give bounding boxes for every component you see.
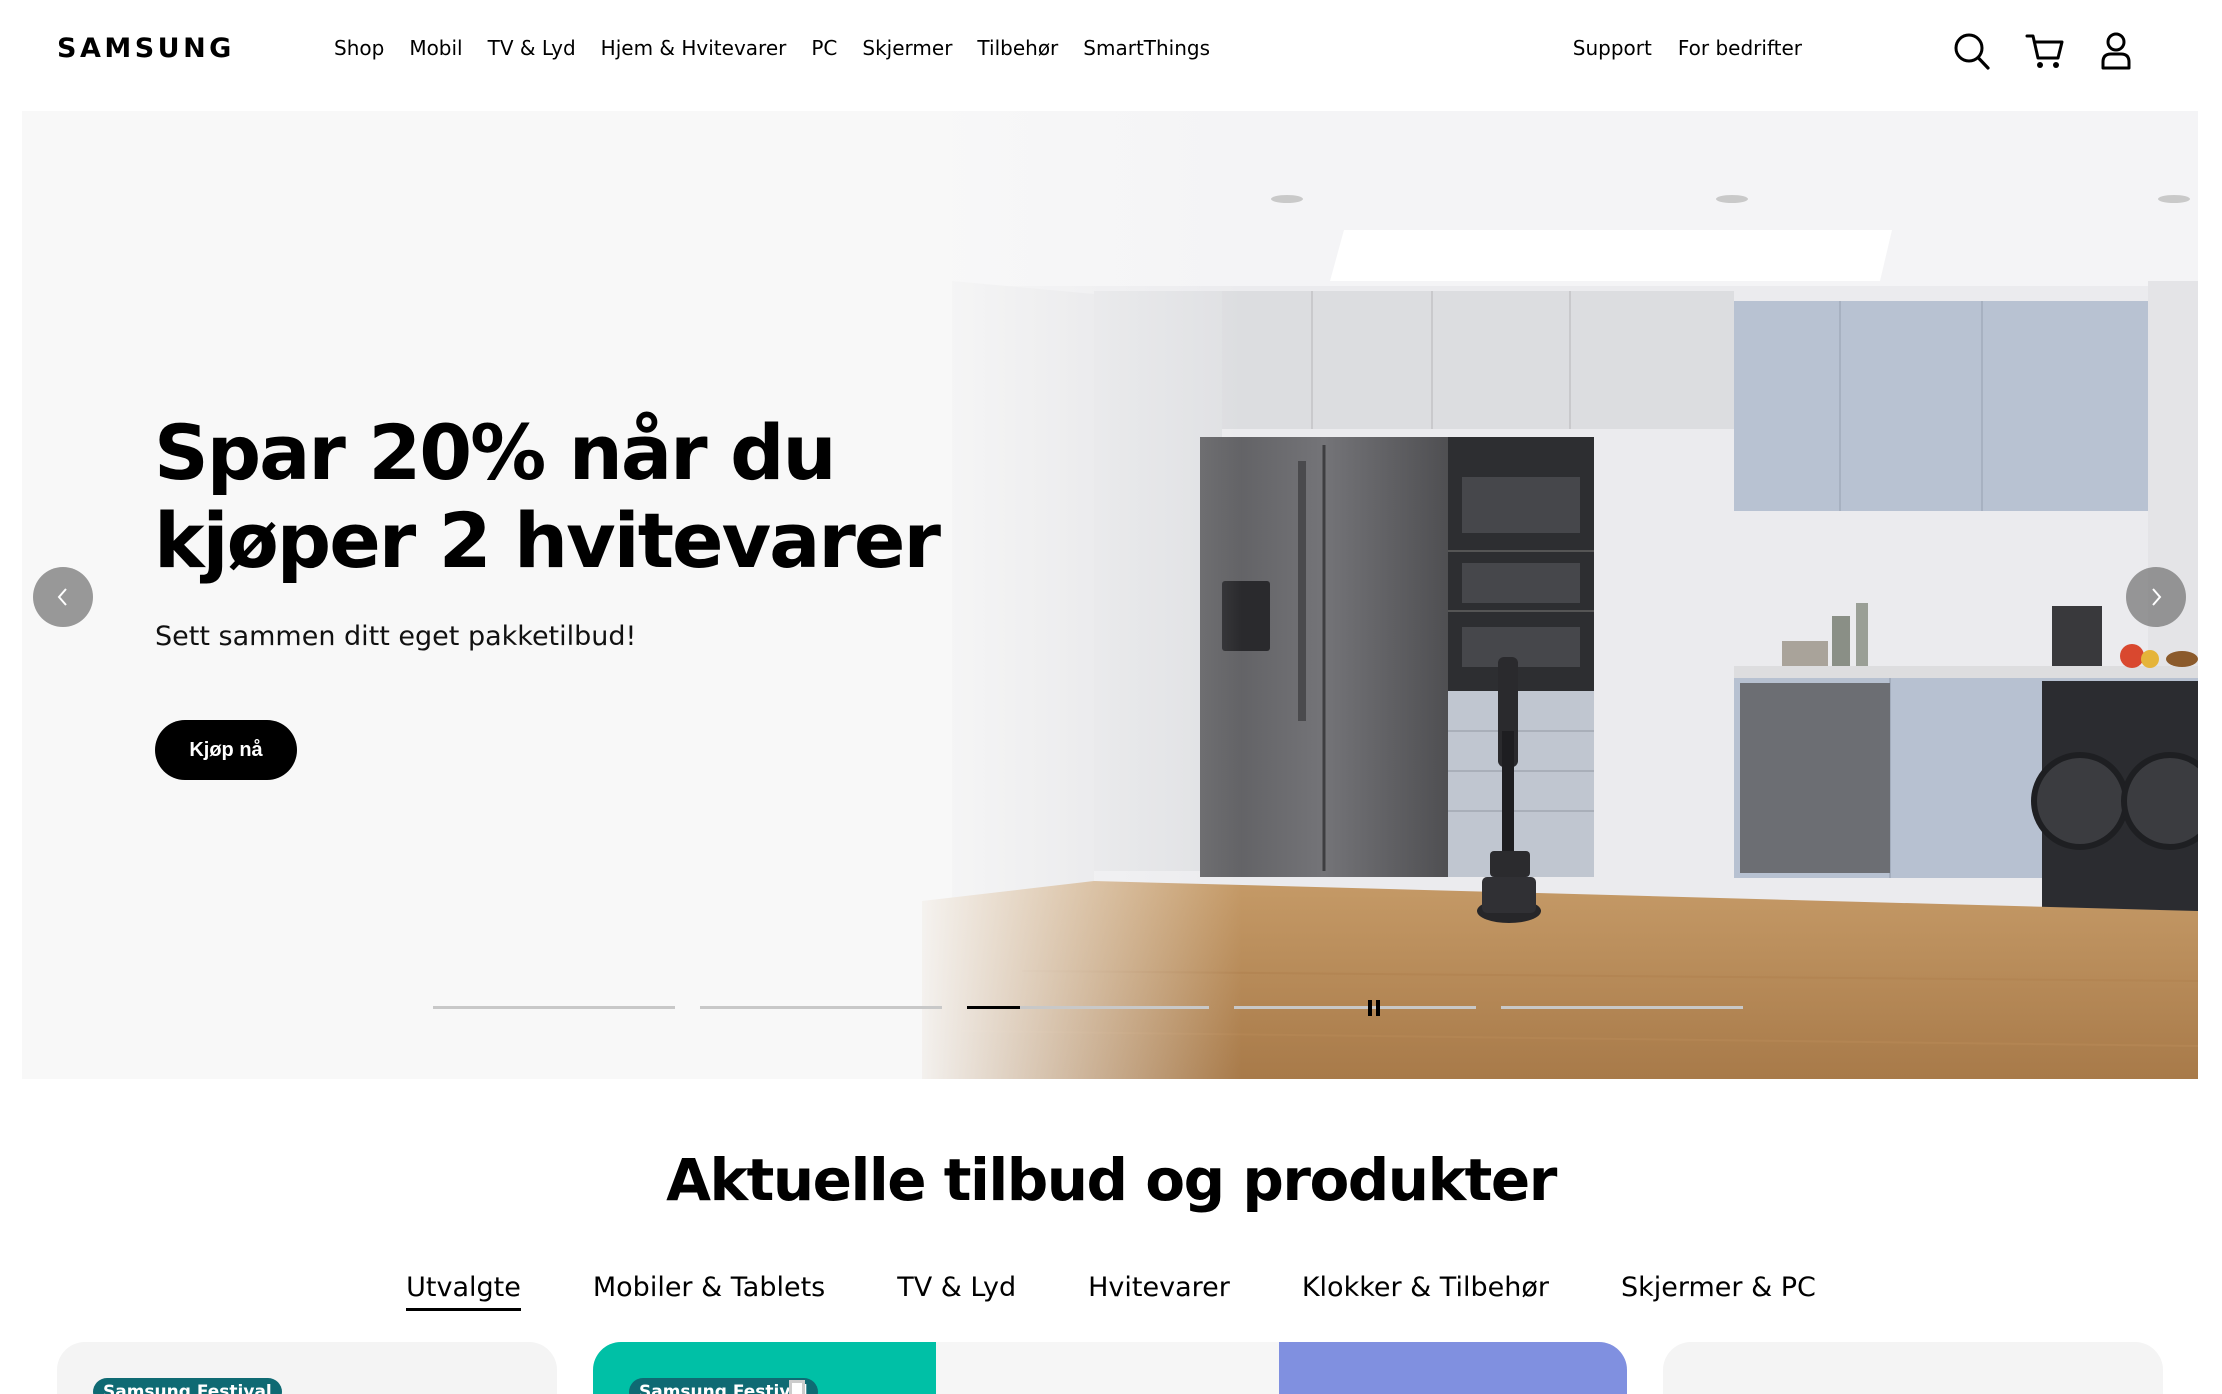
product-image (789, 1380, 805, 1394)
purple-card-panel (1279, 1342, 1627, 1394)
nav-hjem-hvitevarer[interactable]: Hjem & Hvitevarer (601, 36, 787, 60)
kitchen-hero-image (22, 111, 2198, 1079)
offer-cards: Samsung Festival Samsung Festival (0, 1342, 2222, 1394)
nav-shop[interactable]: Shop (334, 36, 384, 60)
nav-smartthings[interactable]: SmartThings (1083, 36, 1210, 60)
tab-utvalgte[interactable]: Utvalgte (406, 1272, 521, 1313)
carousel-indicator[interactable] (433, 1006, 675, 1009)
site-header: SAMSUNG Shop Mobil TV & Lyd Hjem & Hvite… (0, 0, 2222, 111)
tab-tv-lyd[interactable]: TV & Lyd (897, 1272, 1016, 1313)
chevron-left-icon (57, 588, 67, 606)
nav-skjermer[interactable]: Skjermer (862, 36, 952, 60)
tab-mobiler-tablets[interactable]: Mobiler & Tablets (593, 1272, 825, 1313)
main-nav: Shop Mobil TV & Lyd Hjem & Hvitevarer PC… (334, 36, 1235, 60)
hero-subtitle: Sett sammen ditt eget pakketilbud! (155, 621, 637, 652)
hero-title: Spar 20% når du kjøper 2 hvitevarer (154, 408, 941, 585)
section-title: Aktuelle tilbud og produkter (666, 1146, 1557, 1214)
nav-for-bedrifter[interactable]: For bedrifter (1678, 36, 1802, 60)
nav-support[interactable]: Support (1573, 36, 1652, 60)
nav-tv-lyd[interactable]: TV & Lyd (488, 36, 576, 60)
user-icon[interactable] (2096, 30, 2136, 72)
samsung-logo[interactable]: SAMSUNG (57, 33, 235, 64)
carousel-indicator[interactable] (1501, 1006, 1743, 1009)
carousel-indicator-active[interactable] (967, 1006, 1209, 1009)
cart-icon[interactable] (2025, 30, 2065, 72)
offer-card[interactable]: Samsung Festival (593, 1342, 1627, 1394)
offer-card[interactable]: Samsung Festival (57, 1342, 557, 1394)
utility-nav: Support For bedrifter (1547, 36, 1802, 60)
search-icon[interactable] (1952, 30, 1992, 72)
buy-now-button[interactable]: Kjøp nå (155, 720, 297, 780)
carousel-indicator[interactable] (700, 1006, 942, 1009)
pause-icon (1368, 1000, 1380, 1016)
carousel-pause-button[interactable] (1362, 996, 1386, 1020)
promo-badge: Samsung Festival (93, 1378, 282, 1394)
tab-skjermer-pc[interactable]: Skjermer & PC (1621, 1272, 1816, 1313)
nav-mobil[interactable]: Mobil (409, 36, 462, 60)
category-tabs: Utvalgte Mobiler & Tablets TV & Lyd Hvit… (0, 1272, 2222, 1313)
tab-hvitevarer[interactable]: Hvitevarer (1088, 1272, 1230, 1313)
carousel-prev-button[interactable] (33, 567, 93, 627)
nav-tilbehor[interactable]: Tilbehør (977, 36, 1058, 60)
nav-pc[interactable]: PC (811, 36, 837, 60)
chevron-right-icon (2152, 588, 2162, 606)
offer-card[interactable] (1663, 1342, 2163, 1394)
hero-banner: Spar 20% når du kjøper 2 hvitevarer Sett… (22, 111, 2198, 1079)
carousel-indicator[interactable] (1234, 1006, 1476, 1009)
tab-klokker-tilbehor[interactable]: Klokker & Tilbehør (1302, 1272, 1549, 1313)
carousel-next-button[interactable] (2126, 567, 2186, 627)
